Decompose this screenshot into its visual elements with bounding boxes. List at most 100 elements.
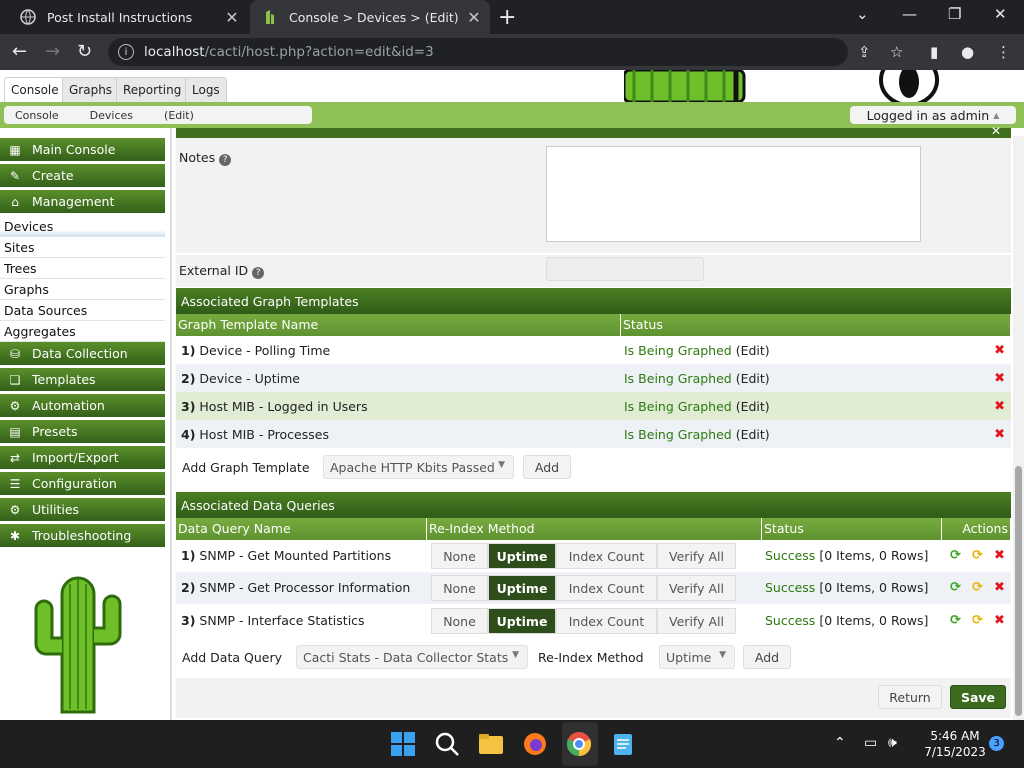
close-tab-icon[interactable]: ✕ (464, 8, 484, 27)
address-bar[interactable]: i localhost/cacti/host.php?action=edit&i… (108, 38, 848, 66)
sidebar-main-console[interactable]: ▦ Main Console (0, 138, 165, 162)
reload-query-icon[interactable]: ⟳ (950, 580, 961, 595)
reindex-uptime[interactable]: Uptime (488, 543, 556, 569)
reload-query-icon[interactable]: ⟳ (950, 548, 961, 563)
restore-icon[interactable]: ❐ (948, 5, 961, 23)
notepad-icon[interactable] (610, 731, 636, 757)
add-graph-template-button[interactable]: Add (523, 455, 571, 479)
sidebar-item-graphs[interactable]: Graphs (0, 279, 165, 300)
reindex-uptime[interactable]: Uptime (488, 575, 556, 601)
collapse-icon[interactable]: ✕ (991, 124, 1001, 138)
profile-icon[interactable]: ● (961, 43, 974, 61)
help-icon[interactable]: ? (252, 267, 265, 279)
sidebar-item-devices[interactable]: Devices (0, 216, 165, 237)
breadcrumb-console[interactable]: Console (15, 109, 59, 122)
notification-badge[interactable]: 3 (989, 736, 1004, 751)
firefox-icon[interactable] (522, 731, 548, 757)
share-icon[interactable]: ⇪ (858, 43, 871, 61)
edit-link[interactable]: (Edit) (736, 427, 770, 442)
window-close-icon[interactable]: ✕ (994, 5, 1007, 23)
edit-link[interactable]: (Edit) (736, 371, 770, 386)
remove-icon[interactable]: ✖ (994, 427, 1005, 442)
minimize-icon[interactable]: — (902, 5, 917, 23)
reindex-uptime[interactable]: Uptime (488, 608, 556, 634)
sidebar-presets[interactable]: ▤ Presets (0, 420, 165, 444)
verbose-reload-icon[interactable]: ⟳ (972, 613, 983, 628)
close-tab-icon[interactable]: ✕ (222, 8, 242, 27)
sidebar-templates[interactable]: ❏ Templates (0, 368, 165, 392)
sidebar-create[interactable]: ✎ Create (0, 164, 165, 188)
user-menu[interactable]: Logged in as admin ▲ (850, 106, 1016, 124)
side-panel-icon[interactable]: ▮ (930, 43, 938, 61)
reindex-verify-all[interactable]: Verify All (657, 608, 736, 634)
menu-dots-icon[interactable]: ⋮ (996, 43, 1011, 61)
system-clock[interactable]: 5:46 AM 7/15/2023 (920, 728, 990, 760)
site-info-icon[interactable]: i (118, 44, 134, 60)
forward-icon[interactable]: → (45, 41, 60, 62)
sidebar-import-export[interactable]: ⇄ Import/Export (0, 446, 165, 470)
tab-search-icon[interactable]: ⌄ (856, 5, 869, 23)
data-query-select[interactable]: Cacti Stats - Data Collector Stats ▼ (296, 645, 528, 669)
search-icon[interactable] (434, 731, 460, 757)
sidebar-item-trees[interactable]: Trees (0, 258, 165, 279)
help-icon[interactable]: ? (219, 154, 232, 166)
remove-icon[interactable]: ✖ (994, 548, 1005, 563)
reindex-index-count[interactable]: Index Count (556, 575, 657, 601)
windows-start-icon[interactable] (390, 731, 416, 757)
sidebar-item-label: Templates (32, 372, 96, 387)
edit-link[interactable]: (Edit) (736, 343, 770, 358)
reindex-index-count[interactable]: Index Count (556, 608, 657, 634)
remove-icon[interactable]: ✖ (994, 371, 1005, 386)
sidebar-management[interactable]: ⌂ Management (0, 190, 165, 214)
reload-query-icon[interactable]: ⟳ (950, 613, 961, 628)
external-id-label: External ID? (179, 263, 265, 279)
chevron-up-icon[interactable]: ⌃ (834, 735, 846, 751)
reindex-none[interactable]: None (431, 543, 488, 569)
save-button[interactable]: Save (950, 685, 1006, 709)
graph-template-select[interactable]: Apache HTTP Kbits Passed ▼ (323, 455, 514, 479)
back-icon[interactable]: ← (12, 41, 27, 62)
sidebar-item-sites[interactable]: Sites (0, 237, 165, 258)
verbose-reload-icon[interactable]: ⟳ (972, 548, 983, 563)
sidebar-item-label: Automation (32, 398, 105, 413)
notes-textarea[interactable] (546, 146, 921, 242)
browser-tab-post-install[interactable]: Post Install Instructions ✕ (8, 0, 248, 34)
return-button[interactable]: Return (878, 685, 942, 709)
volume-icon[interactable]: 🕪 (888, 735, 897, 751)
browser-tab-console-devices[interactable]: Console > Devices > (Edit) ✕ (250, 0, 490, 34)
tab-graphs[interactable]: Graphs (62, 77, 120, 102)
sidebar-splitter[interactable] (170, 128, 172, 720)
sidebar-configuration[interactable]: ☰ Configuration (0, 472, 165, 496)
sidebar-automation[interactable]: ⚙ Automation (0, 394, 165, 418)
bookmark-star-icon[interactable]: ☆ (890, 43, 903, 61)
remove-icon[interactable]: ✖ (994, 343, 1005, 358)
file-explorer-icon[interactable] (478, 731, 504, 757)
reindex-method-select[interactable]: Uptime ▼ (659, 645, 735, 669)
sidebar-data-collection[interactable]: ⛁ Data Collection (0, 342, 165, 366)
reindex-none[interactable]: None (431, 575, 488, 601)
tab-reporting[interactable]: Reporting (116, 77, 189, 102)
sidebar-item-data-sources[interactable]: Data Sources (0, 300, 165, 321)
sidebar-troubleshooting[interactable]: ✱ Troubleshooting (0, 524, 165, 548)
verbose-reload-icon[interactable]: ⟳ (972, 580, 983, 595)
content-scrollbar[interactable] (1013, 136, 1024, 720)
reindex-verify-all[interactable]: Verify All (657, 575, 736, 601)
remove-icon[interactable]: ✖ (994, 580, 1005, 595)
remove-icon[interactable]: ✖ (994, 613, 1005, 628)
sidebar-item-aggregates[interactable]: Aggregates (0, 321, 165, 342)
reindex-index-count[interactable]: Index Count (556, 543, 657, 569)
external-id-input[interactable] (546, 257, 704, 281)
breadcrumb-devices[interactable]: Devices (90, 109, 133, 122)
sidebar-utilities[interactable]: ⚙ Utilities (0, 498, 165, 522)
tab-console[interactable]: Console (4, 77, 66, 102)
reindex-verify-all[interactable]: Verify All (657, 543, 736, 569)
add-data-query-button[interactable]: Add (743, 645, 791, 669)
remove-icon[interactable]: ✖ (994, 399, 1005, 414)
network-icon[interactable]: ▭ (864, 735, 877, 751)
reindex-none[interactable]: None (431, 608, 488, 634)
edit-link[interactable]: (Edit) (736, 399, 770, 414)
scrollbar-thumb[interactable] (1015, 466, 1022, 716)
tab-logs[interactable]: Logs (185, 77, 227, 102)
new-tab-icon[interactable]: + (498, 5, 516, 30)
reload-icon[interactable]: ↻ (77, 41, 92, 62)
